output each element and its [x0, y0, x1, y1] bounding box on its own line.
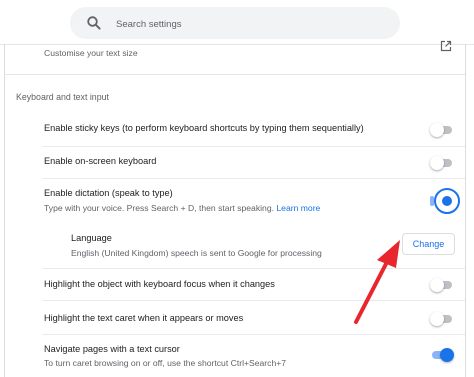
row-divider: [42, 178, 465, 179]
content-left-edge: [4, 44, 5, 377]
dictation-toggle[interactable]: [434, 188, 460, 214]
row-divider: [42, 334, 465, 335]
highlight-focus-label: Highlight the object with keyboard focus…: [44, 279, 275, 289]
content-right-edge: [465, 44, 466, 377]
sticky-keys-label: Enable sticky keys (to perform keyboard …: [44, 123, 364, 133]
search-box[interactable]: [70, 7, 400, 41]
toggle-knob: [430, 278, 444, 292]
sticky-keys-toggle[interactable]: [430, 123, 454, 137]
toggle-knob: [430, 123, 444, 137]
caret-browsing-description: To turn caret browsing on or off, use th…: [44, 358, 287, 368]
language-label: Language: [71, 233, 112, 243]
dictation-label: Enable dictation (speak to type): [44, 188, 173, 198]
highlight-caret-label: Highlight the text caret when it appears…: [44, 313, 244, 323]
section-divider: [4, 74, 465, 75]
top-bar: [0, 0, 474, 44]
launch-icon[interactable]: [440, 40, 452, 52]
caret-browsing-toggle[interactable]: [430, 348, 454, 362]
top-bar-divider: [0, 44, 474, 45]
caret-browsing-label: Navigate pages with a text cursor: [44, 344, 180, 354]
row-divider: [42, 146, 465, 147]
annotation-arrow: [354, 240, 400, 324]
toggle-knob: [440, 348, 454, 362]
search-icon: [87, 16, 101, 30]
dictation-description-text: Type with your voice. Press Search + D, …: [44, 203, 274, 213]
highlight-caret-toggle[interactable]: [430, 312, 454, 326]
highlight-focus-toggle[interactable]: [430, 278, 454, 292]
text-size-row-label[interactable]: Customise your text size: [44, 48, 138, 58]
keyboard-section-title: Keyboard and text input: [16, 92, 109, 102]
onscreen-keyboard-label: Enable on-screen keyboard: [44, 156, 157, 166]
onscreen-keyboard-toggle[interactable]: [430, 156, 454, 170]
toggle-knob: [430, 312, 444, 326]
dictation-description: Type with your voice. Press Search + D, …: [44, 203, 320, 213]
learn-more-link[interactable]: Learn more: [276, 203, 320, 213]
toggle-knob: [430, 156, 444, 170]
toggle-knob: [442, 196, 452, 206]
search-input[interactable]: [114, 7, 388, 41]
language-description: English (United Kingdom) speech is sent …: [71, 248, 322, 258]
